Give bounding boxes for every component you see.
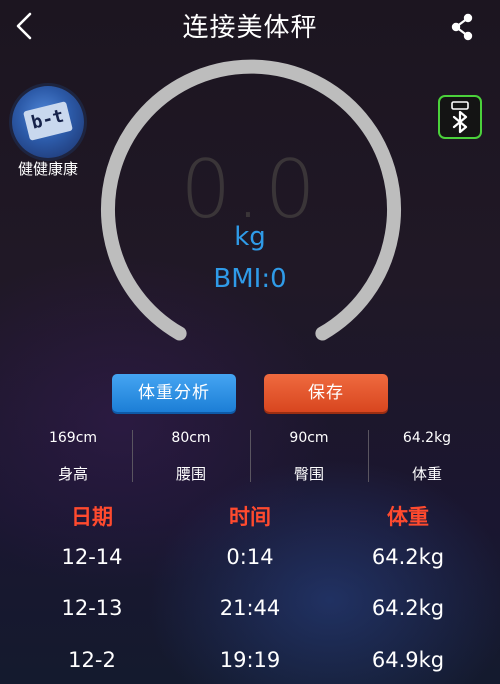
stat-label: 体重 [411, 465, 442, 483]
stat-hip: 90cm 臀围 [250, 428, 368, 484]
save-button[interactable]: 保存 [264, 374, 388, 412]
stat-label: 臀围 [293, 465, 324, 483]
row-date: 12-13 [61, 596, 123, 620]
bmi-value: BMI:0 [213, 264, 287, 294]
avatar-text: b-t [29, 105, 66, 134]
column-header-weight: 体重 [387, 505, 429, 529]
history-row[interactable]: 12-14 0:14 64.2kg [0, 539, 500, 575]
row-date: 12-2 [68, 648, 116, 672]
column-header-date: 日期 [71, 505, 113, 529]
row-weight: 64.2kg [371, 545, 445, 569]
row-time: 21:44 [219, 596, 281, 620]
stat-height: 169cm 身高 [14, 428, 132, 484]
row-weight: 64.9kg [371, 648, 445, 672]
username: 健健康康 [17, 160, 78, 178]
stat-label: 腰围 [175, 465, 206, 483]
row-weight: 64.2kg [371, 596, 445, 620]
avatar[interactable]: b-t [12, 86, 84, 158]
row-time: 0:14 [226, 545, 274, 569]
bluetooth-icon [451, 101, 469, 134]
history-row[interactable]: 12-2 19:19 64.9kg [0, 642, 500, 678]
body-stats: 169cm 身高 80cm 腰围 90cm 臀围 64.2kg 体重 [0, 428, 500, 492]
scale-display-image: b-t [23, 101, 73, 141]
stat-value: 90cm [289, 430, 329, 446]
row-date: 12-14 [61, 545, 123, 569]
page-title: 连接美体秤 [182, 13, 318, 43]
history-row[interactable]: 12-13 21:44 64.2kg [0, 590, 500, 626]
stat-waist: 80cm 腰围 [132, 428, 250, 484]
weight-analysis-button[interactable]: 体重分析 [112, 374, 236, 412]
stat-label: 身高 [57, 465, 88, 483]
bluetooth-button[interactable] [438, 95, 482, 139]
share-icon[interactable] [446, 10, 478, 44]
stat-weight: 64.2kg 体重 [368, 428, 486, 484]
stat-value: 80cm [171, 430, 211, 446]
row-time: 19:19 [219, 648, 281, 672]
column-header-time: 时间 [229, 505, 271, 529]
weight-unit: kg [234, 222, 266, 252]
stat-value: 169cm [48, 430, 98, 446]
stat-value: 64.2kg [402, 430, 452, 446]
